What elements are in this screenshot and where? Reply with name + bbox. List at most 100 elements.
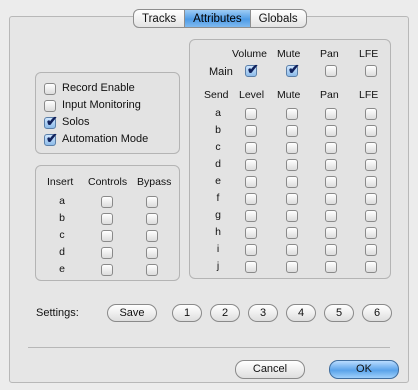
record-enable-checkbox[interactable] bbox=[44, 83, 56, 95]
insert-e-controls-checkbox[interactable] bbox=[101, 264, 113, 276]
send-d-pan-checkbox[interactable] bbox=[325, 159, 337, 171]
insert-row-label: a bbox=[59, 195, 65, 207]
send-g-level-checkbox[interactable] bbox=[245, 210, 257, 222]
automation-mode-checkbox[interactable]: ✔ bbox=[44, 130, 58, 146]
send-b-lfe-checkbox[interactable] bbox=[365, 125, 377, 137]
solos-checkbox[interactable]: ✔ bbox=[44, 113, 58, 129]
send-j-mute-checkbox[interactable] bbox=[286, 261, 298, 273]
send-row-label: i bbox=[216, 243, 220, 255]
solos-label[interactable]: Solos bbox=[62, 116, 90, 128]
insert-d-controls-checkbox[interactable] bbox=[101, 247, 113, 259]
automation-mode-label[interactable]: Automation Mode bbox=[62, 133, 148, 145]
preset-4-button[interactable]: 4 bbox=[286, 304, 316, 322]
level-header: Level bbox=[239, 89, 265, 101]
preset-6-button[interactable]: 6 bbox=[362, 304, 392, 322]
tab-globals[interactable]: Globals bbox=[251, 10, 306, 27]
tab-tracks[interactable]: Tracks bbox=[134, 10, 186, 27]
send-i-pan-checkbox[interactable] bbox=[325, 244, 337, 256]
insert-c-bypass-checkbox[interactable] bbox=[146, 230, 158, 242]
record-enable-label[interactable]: Record Enable bbox=[62, 82, 135, 94]
send-d-mute-checkbox[interactable] bbox=[286, 159, 298, 171]
main-pan-header: Pan bbox=[320, 48, 339, 60]
send-j-lfe-checkbox[interactable] bbox=[365, 261, 377, 273]
send-h-level-checkbox[interactable] bbox=[245, 227, 257, 239]
send-row-label: d bbox=[215, 158, 221, 170]
insert-header: Insert bbox=[47, 176, 74, 188]
send-h-lfe-checkbox[interactable] bbox=[365, 227, 377, 239]
settings-label: Settings: bbox=[36, 307, 79, 319]
insert-a-bypass-checkbox[interactable] bbox=[146, 196, 158, 208]
send-g-lfe-checkbox[interactable] bbox=[365, 210, 377, 222]
send-h-mute-checkbox[interactable] bbox=[286, 227, 298, 239]
input-monitoring-checkbox[interactable] bbox=[44, 100, 56, 112]
ok-button[interactable]: OK bbox=[329, 360, 399, 379]
send-a-mute-checkbox[interactable] bbox=[286, 108, 298, 120]
send-mute-header: Mute bbox=[277, 89, 301, 101]
options-group: Record Enable Input Monitoring ✔ Solos ✔ Auto… bbox=[35, 72, 180, 154]
controls-header: Controls bbox=[88, 176, 128, 188]
preset-1-button[interactable]: 1 bbox=[172, 304, 202, 322]
send-j-pan-checkbox[interactable] bbox=[325, 261, 337, 273]
send-row-label: g bbox=[215, 209, 221, 221]
send-h-pan-checkbox[interactable] bbox=[325, 227, 337, 239]
send-c-mute-checkbox[interactable] bbox=[286, 142, 298, 154]
insert-c-controls-checkbox[interactable] bbox=[101, 230, 113, 242]
checkmark-icon: ✔ bbox=[46, 113, 58, 129]
send-d-level-checkbox[interactable] bbox=[245, 159, 257, 171]
send-i-level-checkbox[interactable] bbox=[245, 244, 257, 256]
main-lfe-checkbox[interactable] bbox=[365, 65, 377, 77]
send-i-mute-checkbox[interactable] bbox=[286, 244, 298, 256]
send-g-mute-checkbox[interactable] bbox=[286, 210, 298, 222]
main-volume-checkbox[interactable]: ✔ bbox=[245, 61, 259, 77]
send-j-level-checkbox[interactable] bbox=[245, 261, 257, 273]
preset-5-button[interactable]: 5 bbox=[324, 304, 354, 322]
send-row-label: j bbox=[216, 260, 220, 272]
send-pan-header: Pan bbox=[320, 89, 339, 101]
insert-e-bypass-checkbox[interactable] bbox=[146, 264, 158, 276]
send-row-label: a bbox=[215, 107, 221, 119]
send-c-level-checkbox[interactable] bbox=[245, 142, 257, 154]
insert-group: Insert Controls Bypass abcde bbox=[35, 165, 180, 281]
send-f-level-checkbox[interactable] bbox=[245, 193, 257, 205]
checkmark-icon: ✔ bbox=[247, 61, 259, 77]
send-b-pan-checkbox[interactable] bbox=[325, 125, 337, 137]
preset-3-button[interactable]: 3 bbox=[248, 304, 278, 322]
send-row-label: h bbox=[215, 226, 221, 238]
send-e-pan-checkbox[interactable] bbox=[325, 176, 337, 188]
cancel-button[interactable]: Cancel bbox=[235, 360, 305, 379]
preset-2-button[interactable]: 2 bbox=[210, 304, 240, 322]
send-e-level-checkbox[interactable] bbox=[245, 176, 257, 188]
insert-a-controls-checkbox[interactable] bbox=[101, 196, 113, 208]
input-monitoring-label[interactable]: Input Monitoring bbox=[62, 99, 141, 111]
send-i-lfe-checkbox[interactable] bbox=[365, 244, 377, 256]
bypass-header: Bypass bbox=[137, 176, 172, 188]
send-g-pan-checkbox[interactable] bbox=[325, 210, 337, 222]
send-f-mute-checkbox[interactable] bbox=[286, 193, 298, 205]
main-mute-checkbox[interactable]: ✔ bbox=[286, 61, 300, 77]
send-row-label: c bbox=[215, 141, 221, 153]
insert-row-label: b bbox=[59, 212, 65, 224]
tab-attributes[interactable]: Attributes bbox=[185, 10, 251, 27]
send-b-level-checkbox[interactable] bbox=[245, 125, 257, 137]
send-header: Send bbox=[204, 89, 229, 101]
tab-bar: Tracks Attributes Globals bbox=[133, 9, 307, 28]
send-d-lfe-checkbox[interactable] bbox=[365, 159, 377, 171]
insert-b-controls-checkbox[interactable] bbox=[101, 213, 113, 225]
insert-b-bypass-checkbox[interactable] bbox=[146, 213, 158, 225]
checkmark-icon: ✔ bbox=[46, 130, 58, 146]
main-pan-checkbox[interactable] bbox=[325, 65, 337, 77]
send-b-mute-checkbox[interactable] bbox=[286, 125, 298, 137]
save-button[interactable]: Save bbox=[107, 304, 157, 322]
insert-d-bypass-checkbox[interactable] bbox=[146, 247, 158, 259]
send-e-mute-checkbox[interactable] bbox=[286, 176, 298, 188]
main-mute-header: Mute bbox=[277, 48, 301, 60]
send-a-pan-checkbox[interactable] bbox=[325, 108, 337, 120]
send-a-lfe-checkbox[interactable] bbox=[365, 108, 377, 120]
send-c-lfe-checkbox[interactable] bbox=[365, 142, 377, 154]
send-c-pan-checkbox[interactable] bbox=[325, 142, 337, 154]
send-a-level-checkbox[interactable] bbox=[245, 108, 257, 120]
divider bbox=[28, 347, 390, 348]
send-f-pan-checkbox[interactable] bbox=[325, 193, 337, 205]
send-f-lfe-checkbox[interactable] bbox=[365, 193, 377, 205]
send-e-lfe-checkbox[interactable] bbox=[365, 176, 377, 188]
